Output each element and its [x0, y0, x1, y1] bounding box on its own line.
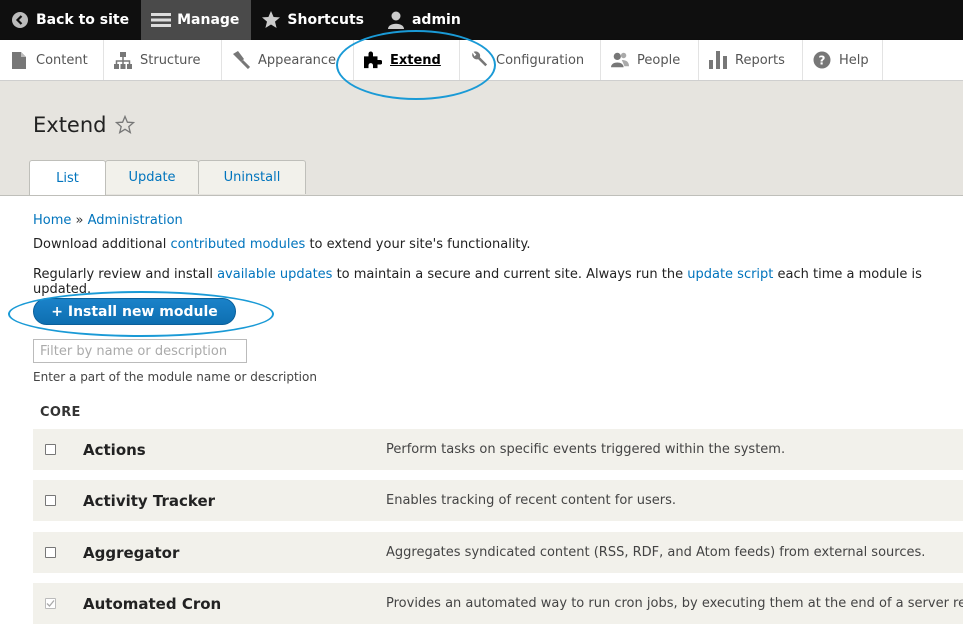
breadcrumb-home-link[interactable]: Home [33, 213, 71, 228]
available-updates-link[interactable]: available updates [217, 267, 332, 282]
paintbrush-icon [232, 51, 250, 69]
module-row: Actions Perform tasks on specific events… [33, 429, 963, 470]
star-icon [261, 10, 281, 30]
module-name[interactable]: Activity Tracker [83, 492, 215, 510]
module-row: Automated Cron Provides an automated way… [33, 583, 963, 624]
menu-icon [151, 10, 172, 30]
page-title-text: Extend [33, 113, 107, 137]
user-tab[interactable]: admin [376, 0, 473, 40]
page-icon [10, 51, 28, 69]
tray-label-people: People [637, 52, 681, 68]
user-label: admin [411, 12, 461, 28]
tray-label-help: Help [839, 52, 869, 68]
manage-tab[interactable]: Manage [141, 0, 252, 40]
module-description: Provides an automated way to run cron jo… [386, 596, 963, 611]
admin-tray: Content Structure Appearance Extend Conf… [0, 40, 963, 81]
back-arrow-icon [10, 10, 30, 30]
module-name[interactable]: Aggregator [83, 544, 179, 562]
install-new-module-button[interactable]: + Install new module [33, 298, 236, 325]
filter-hint: Enter a part of the module name or descr… [33, 370, 317, 384]
user-icon [386, 10, 406, 30]
module-checkbox[interactable] [45, 444, 56, 455]
shortcuts-label: Shortcuts [287, 12, 364, 28]
intro-updates: Regularly review and install available u… [33, 267, 963, 297]
help-icon: ? [813, 51, 831, 69]
intro1-pre: Download additional [33, 237, 171, 252]
module-description: Perform tasks on specific events trigger… [386, 442, 786, 457]
tray-item-reports[interactable]: Reports [699, 40, 803, 80]
module-name[interactable]: Automated Cron [83, 595, 221, 613]
tray-label-structure: Structure [140, 52, 201, 68]
module-row: Activity Tracker Enables tracking of rec… [33, 480, 963, 521]
tray-label-appearance: Appearance [258, 52, 337, 68]
module-description: Enables tracking of recent content for u… [386, 493, 677, 508]
tray-label-reports: Reports [735, 52, 785, 68]
checkmark-icon [46, 600, 55, 607]
intro2-pre: Regularly review and install [33, 267, 218, 282]
filter-input[interactable] [33, 339, 247, 363]
people-icon [611, 51, 629, 69]
tray-item-appearance[interactable]: Appearance [222, 40, 354, 80]
tray-item-configuration[interactable]: Configuration [460, 40, 601, 80]
module-checkbox[interactable] [45, 495, 56, 506]
tray-item-structure[interactable]: Structure [104, 40, 222, 80]
shortcuts-tab[interactable]: Shortcuts [251, 0, 376, 40]
module-name[interactable]: Actions [83, 441, 146, 459]
module-checkbox-checked [45, 598, 56, 609]
back-to-site-label: Back to site [36, 12, 130, 28]
tray-item-extend[interactable]: Extend [354, 40, 460, 80]
contributed-modules-link[interactable]: contributed modules [170, 237, 305, 252]
module-checkbox[interactable] [45, 547, 56, 558]
puzzle-icon [364, 51, 382, 69]
page-title: Extend [33, 113, 135, 137]
admin-toolbar: Back to site Manage Shortcuts admin [0, 0, 963, 40]
intro-contributed: Download additional contributed modules … [33, 237, 531, 252]
update-script-link[interactable]: update script [687, 267, 773, 282]
back-to-site-link[interactable]: Back to site [0, 0, 141, 40]
breadcrumb-administration-link[interactable]: Administration [88, 213, 183, 228]
shortcut-star-icon[interactable] [114, 115, 135, 135]
tray-item-content[interactable]: Content [0, 40, 104, 80]
tray-label-extend: Extend [390, 52, 441, 68]
breadcrumb-separator: » [75, 213, 84, 228]
intro2-mid: to maintain a secure and current site. A… [332, 267, 688, 282]
tray-label-content: Content [36, 52, 88, 68]
tab-update[interactable]: Update [105, 160, 199, 194]
bar-chart-icon [709, 51, 727, 69]
intro1-post: to extend your site's functionality. [305, 237, 531, 252]
breadcrumb: Home » Administration [33, 213, 183, 228]
manage-label: Manage [177, 12, 240, 28]
svg-text:?: ? [819, 54, 826, 68]
module-row: Aggregator Aggregates syndicated content… [33, 532, 963, 573]
tab-uninstall[interactable]: Uninstall [198, 160, 306, 194]
tray-label-configuration: Configuration [496, 52, 585, 68]
tab-list[interactable]: List [29, 160, 106, 195]
primary-tabs: List Update Uninstall [29, 160, 306, 195]
tray-item-help[interactable]: ? Help [803, 40, 883, 80]
section-heading-core: CORE [40, 405, 81, 420]
hierarchy-icon [114, 51, 132, 69]
module-description: Aggregates syndicated content (RSS, RDF,… [386, 545, 926, 560]
tray-item-people[interactable]: People [601, 40, 699, 80]
wrench-icon [470, 51, 488, 69]
